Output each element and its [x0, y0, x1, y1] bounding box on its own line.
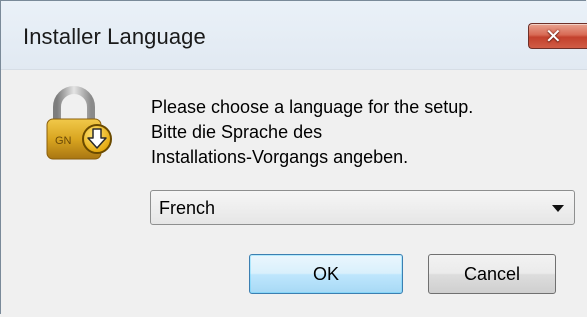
message-line: Please choose a language for the setup.	[151, 97, 474, 117]
ok-button[interactable]: OK	[249, 254, 403, 294]
chevron-down-icon[interactable]	[552, 205, 564, 212]
svg-text:GN: GN	[55, 135, 72, 147]
close-button[interactable]: ✕	[528, 23, 587, 49]
cancel-button[interactable]: Cancel	[428, 254, 556, 294]
title-bar[interactable]: Installer Language ✕	[1, 1, 587, 69]
instruction-message: Please choose a language for the setup. …	[151, 95, 473, 170]
close-icon: ✕	[545, 26, 562, 48]
language-select-value: French	[159, 198, 216, 218]
language-select[interactable]: French	[150, 190, 575, 225]
padlock-download-icon: GN	[46, 86, 112, 160]
message-line: Installations-Vorgangs angeben.	[151, 147, 409, 167]
installer-language-dialog: Installer Language ✕ GN Please choose a …	[0, 0, 587, 317]
window-title: Installer Language	[23, 24, 206, 49]
message-line: Bitte die Sprache des	[151, 122, 323, 142]
